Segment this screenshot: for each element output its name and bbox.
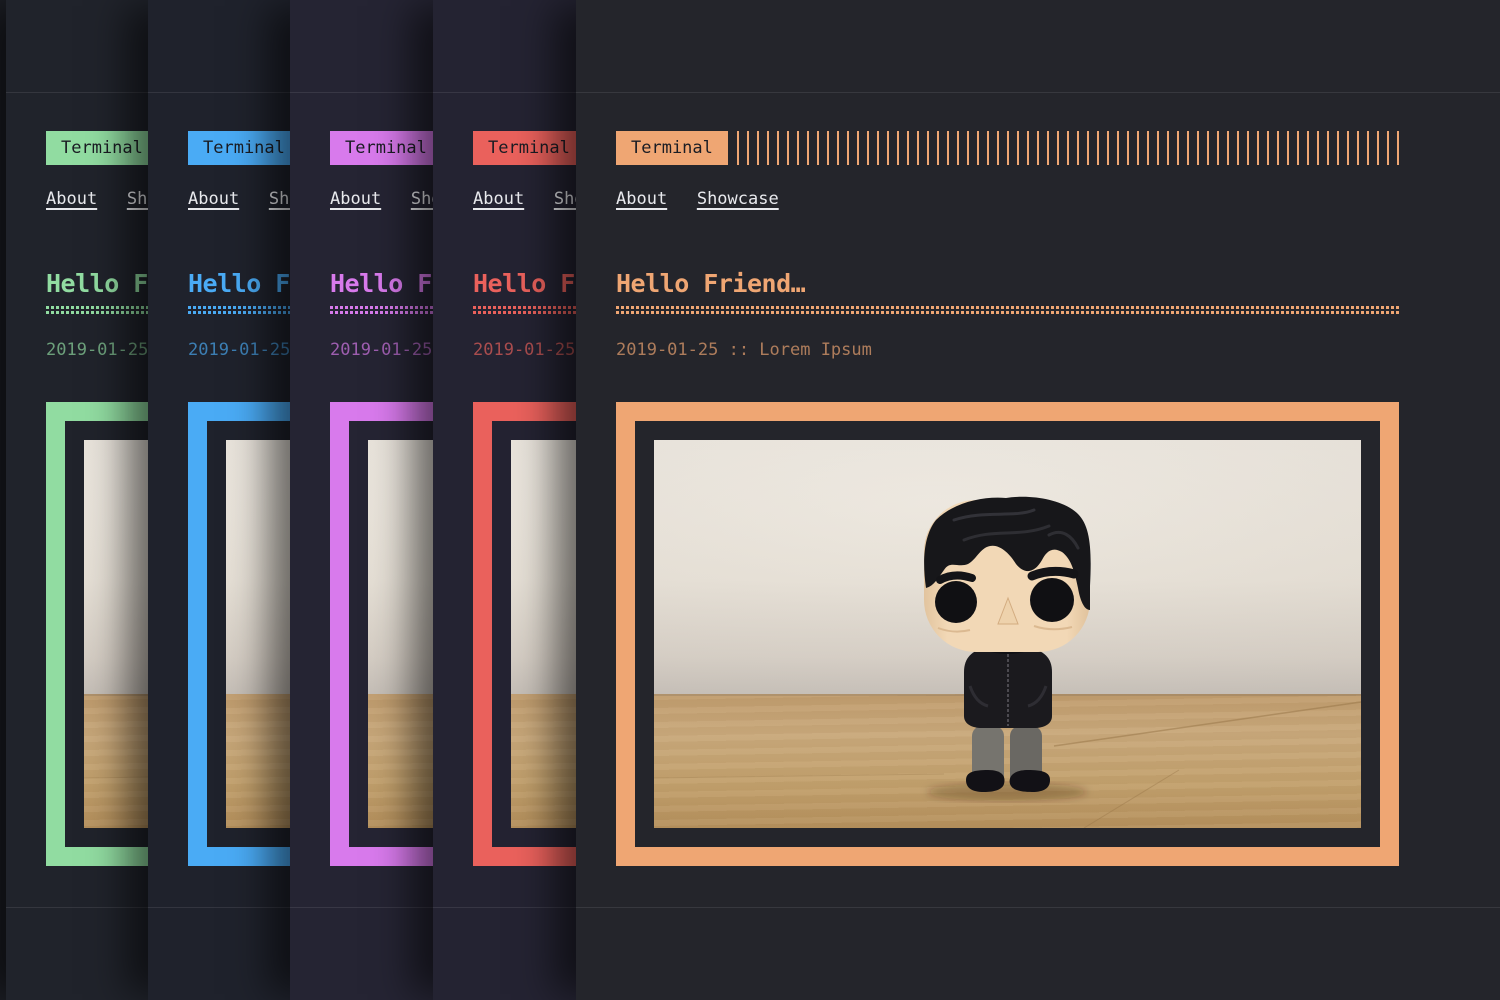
nav-link-about[interactable]: About [330,189,381,209]
post-photo [654,440,1361,828]
nav-link-about[interactable]: About [188,189,239,209]
post-image-frame [616,402,1399,866]
nav-link-about[interactable]: About [473,189,524,209]
page-content: Terminal About Showcase Hello Friend… 20… [616,0,1399,866]
post-meta: 2019-01-25 :: Lorem Ipsum [616,340,1399,360]
post-title: Hello Friend… [616,271,1399,297]
footer-divider-line [576,907,1500,908]
header-bars-decoration [737,131,1399,165]
nav-link-about[interactable]: About [46,189,97,209]
site-logo-badge[interactable]: Terminal [46,131,158,165]
funko-figure-illustration [654,440,1361,828]
site-logo-badge[interactable]: Terminal [616,131,728,165]
theme-preview-montage: Terminal About Showcase Hello Friend… 20… [0,0,1500,1000]
nav-link-showcase[interactable]: Showcase [697,189,779,209]
site-header: Terminal [616,131,1399,165]
main-nav: About Showcase [616,189,1399,209]
site-logo-badge[interactable]: Terminal [330,131,442,165]
theme-panel-orange: Terminal About Showcase Hello Friend… 20… [576,0,1500,1000]
site-logo-badge[interactable]: Terminal [188,131,300,165]
site-logo-badge[interactable]: Terminal [473,131,585,165]
dotted-divider [616,306,1399,314]
nav-link-about[interactable]: About [616,189,667,209]
